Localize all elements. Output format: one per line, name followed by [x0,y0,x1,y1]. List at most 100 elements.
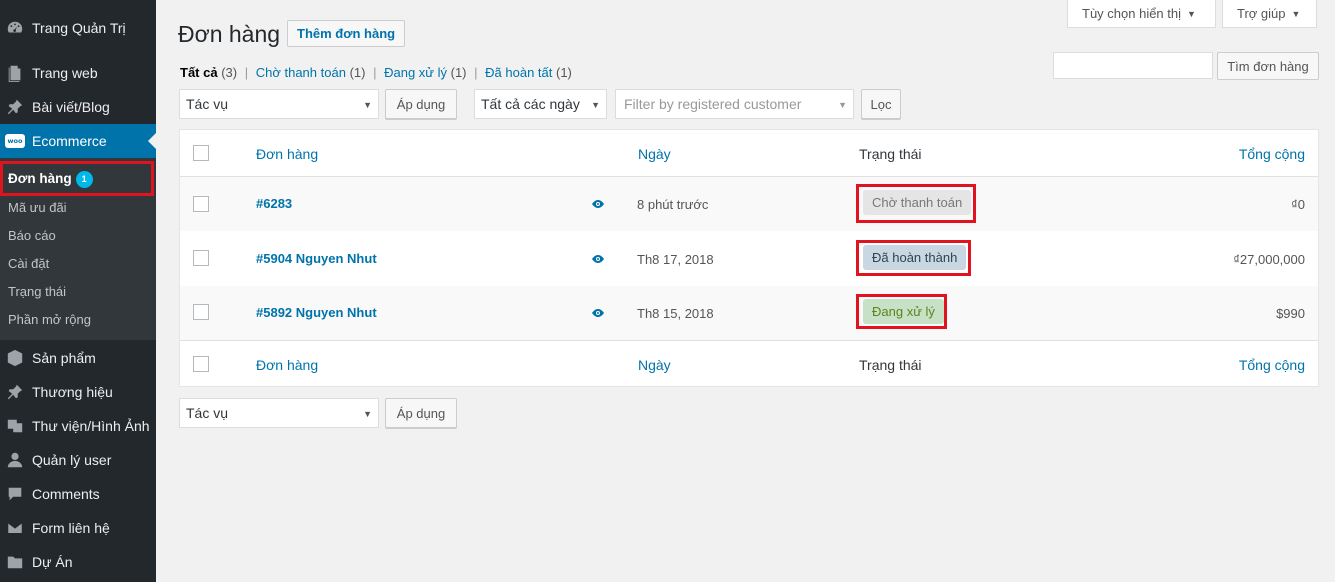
table-row[interactable]: #6283 8 phút trước Chờ thanh toán ₫0 [180,177,1318,231]
add-order-button[interactable]: Thêm đơn hàng [287,20,406,47]
separator: | [373,65,377,80]
search-orders-button[interactable]: Tìm đơn hàng [1217,52,1319,80]
row-checkbox[interactable] [193,196,209,212]
filter-processing-link[interactable]: Đang xử lý [384,65,447,80]
order-date: Th8 15, 2018 [637,306,714,321]
filter-all-count: (3) [221,65,238,80]
column-footer-status: Trạng thái [859,357,922,373]
select-all-checkbox[interactable] [193,356,209,372]
menu-label: Thương hiệu [32,384,113,400]
column-header-order[interactable]: Đơn hàng [256,146,318,162]
pages-icon [5,63,25,83]
page-title: Đơn hàng [178,21,281,47]
menu-label: Trang web [32,65,98,81]
bulk-action-value: Tác vụ [186,405,229,421]
screen-options-label: Tùy chọn hiển thị [1082,6,1182,21]
menu-item-media[interactable]: Thư viện/Hình Ảnh [0,409,156,443]
select-all-checkbox[interactable] [193,145,209,161]
menu-label: Sản phẩm [32,350,96,366]
media-icon [5,416,25,436]
separator: | [474,65,478,80]
dashboard-icon [5,18,25,38]
order-link[interactable]: #5892 Nguyen Nhut [256,305,377,320]
caret-down-icon: ▼ [591,100,600,110]
column-header-status: Trạng thái [859,146,922,162]
column-footer-date[interactable]: Ngày [638,357,671,373]
order-date: 8 phút trước [637,197,709,212]
menu-label: Bài viết/Blog [32,99,110,115]
order-total: $990 [1276,306,1305,321]
orders-table: Đơn hàng Ngày Trạng thái Tổng cộng #6283… [179,129,1319,387]
order-search-input[interactable] [1053,52,1213,79]
bulk-action-select-top[interactable]: Tác vụ ▼ [179,89,379,119]
customer-filter-placeholder: Filter by registered customer [624,96,802,112]
eye-icon[interactable] [591,308,605,318]
pin-icon [5,382,25,402]
filter-pending-count: (1) [349,65,366,80]
order-link[interactable]: #6283 [256,196,292,211]
admin-sidebar: Trang Quản Trị Trang web Bài viết/Blog w… [0,0,156,582]
submenu-item-coupons[interactable]: Mã ưu đãi [8,200,67,215]
menu-item-products[interactable]: Sản phẩm [0,341,156,375]
order-link[interactable]: #5904 Nguyen Nhut [256,251,377,266]
menu-item-brands[interactable]: Thương hiệu [0,375,156,409]
menu-label: Trang Quản Trị [32,20,126,36]
highlight-status-pending [856,184,976,223]
order-date: Th8 17, 2018 [637,252,714,267]
submenu-item-extensions[interactable]: Phần mở rộng [8,312,91,327]
highlight-orders-menu [0,161,154,196]
filter-completed-link[interactable]: Đã hoàn tất [485,65,552,80]
menu-item-ecommerce[interactable]: woo Ecommerce [0,124,156,158]
date-filter-select[interactable]: Tất cả các ngày ▼ [474,89,607,119]
comment-icon [5,484,25,504]
help-label: Trợ giúp [1237,6,1286,21]
filter-completed-count: (1) [556,65,572,80]
highlight-status-processing [856,294,947,329]
apply-button-top[interactable]: Áp dụng [385,89,457,119]
customer-filter-select[interactable]: Filter by registered customer ▼ [615,89,854,119]
table-row[interactable]: #5904 Nguyen Nhut Th8 17, 2018 Đã hoàn t… [180,231,1318,286]
help-button[interactable]: Trợ giúp ▼ [1222,0,1317,28]
eye-icon[interactable] [591,254,605,264]
menu-item-posts[interactable]: Bài viết/Blog [0,90,156,124]
menu-label: Form liên hệ [32,520,110,536]
filter-button[interactable]: Lọc [861,89,901,119]
menu-item-users[interactable]: Quản lý user [0,443,156,477]
menu-label: Comments [32,486,100,502]
menu-item-dashboard[interactable]: Trang Quản Trị [0,11,156,45]
caret-down-icon: ▼ [838,100,847,110]
caret-down-icon: ▼ [363,100,372,110]
date-filter-value: Tất cả các ngày [481,96,580,112]
menu-item-projects[interactable]: Dự Án [0,545,156,579]
column-footer-order[interactable]: Đơn hàng [256,357,318,373]
row-checkbox[interactable] [193,304,209,320]
column-header-total[interactable]: Tổng cộng [1239,146,1305,162]
filter-all-link[interactable]: Tất cả [180,65,218,80]
filter-pending-link[interactable]: Chờ thanh toán [256,65,346,80]
menu-item-comments[interactable]: Comments [0,477,156,511]
menu-label: Thư viện/Hình Ảnh [32,418,150,434]
caret-down-icon: ▼ [1187,8,1196,19]
menu-item-pages[interactable]: Trang web [0,56,156,90]
product-icon [5,348,25,368]
eye-icon[interactable] [591,199,605,209]
bulk-action-select-bottom[interactable]: Tác vụ ▼ [179,398,379,428]
screen-options-button[interactable]: Tùy chọn hiển thị ▼ [1067,0,1216,28]
caret-down-icon: ▼ [1291,8,1301,19]
submenu-item-reports[interactable]: Báo cáo [8,228,56,243]
apply-button-bottom[interactable]: Áp dụng [385,398,457,428]
pin-icon [5,97,25,117]
row-checkbox[interactable] [193,250,209,266]
column-header-date[interactable]: Ngày [638,146,671,162]
caret-down-icon: ▼ [363,409,372,419]
woocommerce-icon: woo [5,131,25,151]
column-footer-total[interactable]: Tổng cộng [1239,357,1305,373]
status-filter-links: Tất cả (3) | Chờ thanh toán (1) | Đang x… [180,65,572,80]
submenu-item-status[interactable]: Trạng thái [8,284,66,299]
table-row[interactable]: #5892 Nguyen Nhut Th8 15, 2018 Đang xử l… [180,286,1318,340]
menu-item-contact-form[interactable]: Form liên hệ [0,511,156,545]
order-total: ₫27,000,000 [1233,252,1305,267]
table-footer-row: Đơn hàng Ngày Trạng thái Tổng cộng [180,341,1318,387]
menu-label: Ecommerce [32,133,107,149]
submenu-item-settings[interactable]: Cài đặt [8,256,49,271]
